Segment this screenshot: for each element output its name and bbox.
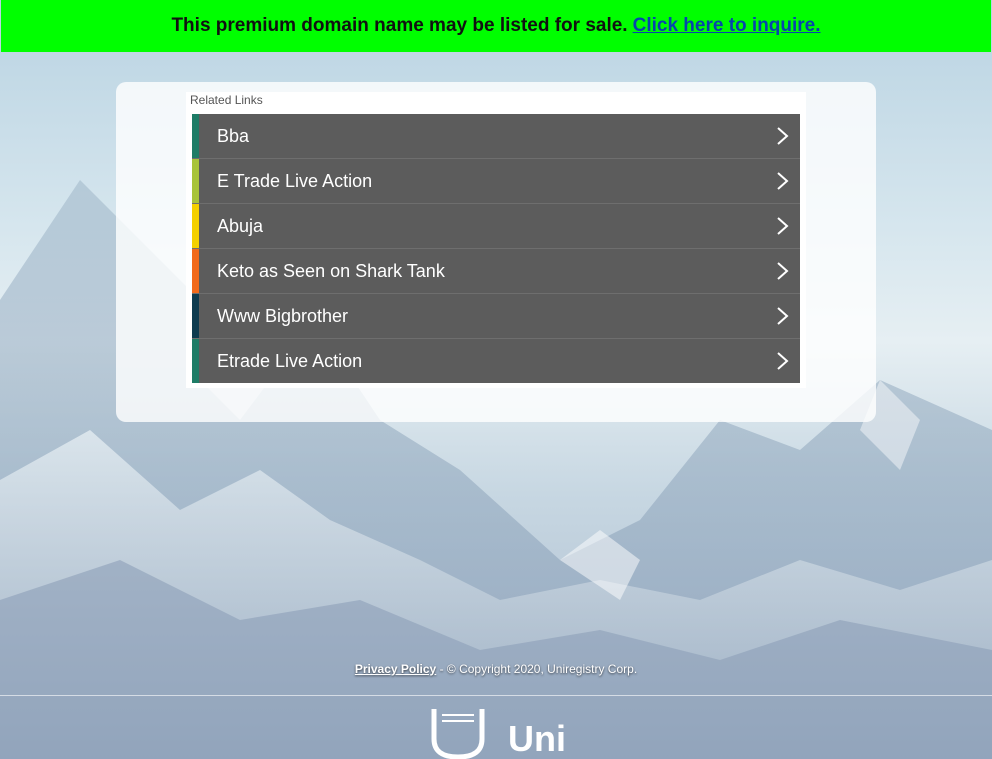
related-link-label: Keto as Seen on Shark Tank	[217, 260, 445, 281]
related-link-label: Www Bigbrother	[217, 305, 349, 326]
related-link-label: Etrade Live Action	[217, 350, 363, 371]
privacy-policy-link[interactable]: Privacy Policy	[355, 662, 436, 676]
link-accent-stripe	[192, 249, 199, 293]
chevron-right-icon	[777, 172, 789, 190]
related-link-item[interactable]: E Trade Live Action	[192, 159, 800, 204]
related-links-heading: Related Links	[190, 93, 263, 107]
chevron-right-icon	[777, 262, 789, 280]
related-link-item[interactable]: Www Bigbrother	[192, 294, 800, 339]
copyright-text: - © Copyright 2020, Uniregistry Corp.	[436, 662, 638, 676]
link-accent-stripe	[192, 114, 199, 158]
link-accent-stripe	[192, 159, 199, 203]
related-link-label: Bba	[217, 125, 250, 146]
sale-banner: This premium domain name may be listed f…	[1, 0, 991, 52]
link-accent-stripe	[192, 339, 199, 383]
chevron-right-icon	[777, 127, 789, 145]
chevron-right-icon	[777, 217, 789, 235]
chevron-right-icon	[777, 352, 789, 370]
related-link-item[interactable]: Keto as Seen on Shark Tank	[192, 249, 800, 294]
footer-divider	[0, 695, 992, 696]
footer-copyright: Privacy Policy - © Copyright 2020, Unire…	[0, 662, 992, 676]
uni-logo-mark-icon	[431, 709, 485, 759]
related-link-item[interactable]: Bba	[192, 114, 800, 159]
related-link-item[interactable]: Abuja	[192, 204, 800, 249]
related-link-label: E Trade Live Action	[217, 170, 373, 191]
link-accent-stripe	[192, 294, 199, 338]
related-link-label: Abuja	[217, 215, 264, 236]
inquire-link[interactable]: Click here to inquire.	[633, 15, 821, 37]
chevron-right-icon	[777, 307, 789, 325]
link-accent-stripe	[192, 204, 199, 248]
related-link-item[interactable]: Etrade Live Action	[192, 339, 800, 383]
related-links-list: Bba E Trade Live Action Abuja Keto as Se…	[192, 114, 800, 383]
uniregistry-logo: Uni	[430, 708, 566, 759]
sale-banner-text: This premium domain name may be listed f…	[171, 15, 628, 36]
logo-wordmark: Uni	[508, 718, 566, 759]
